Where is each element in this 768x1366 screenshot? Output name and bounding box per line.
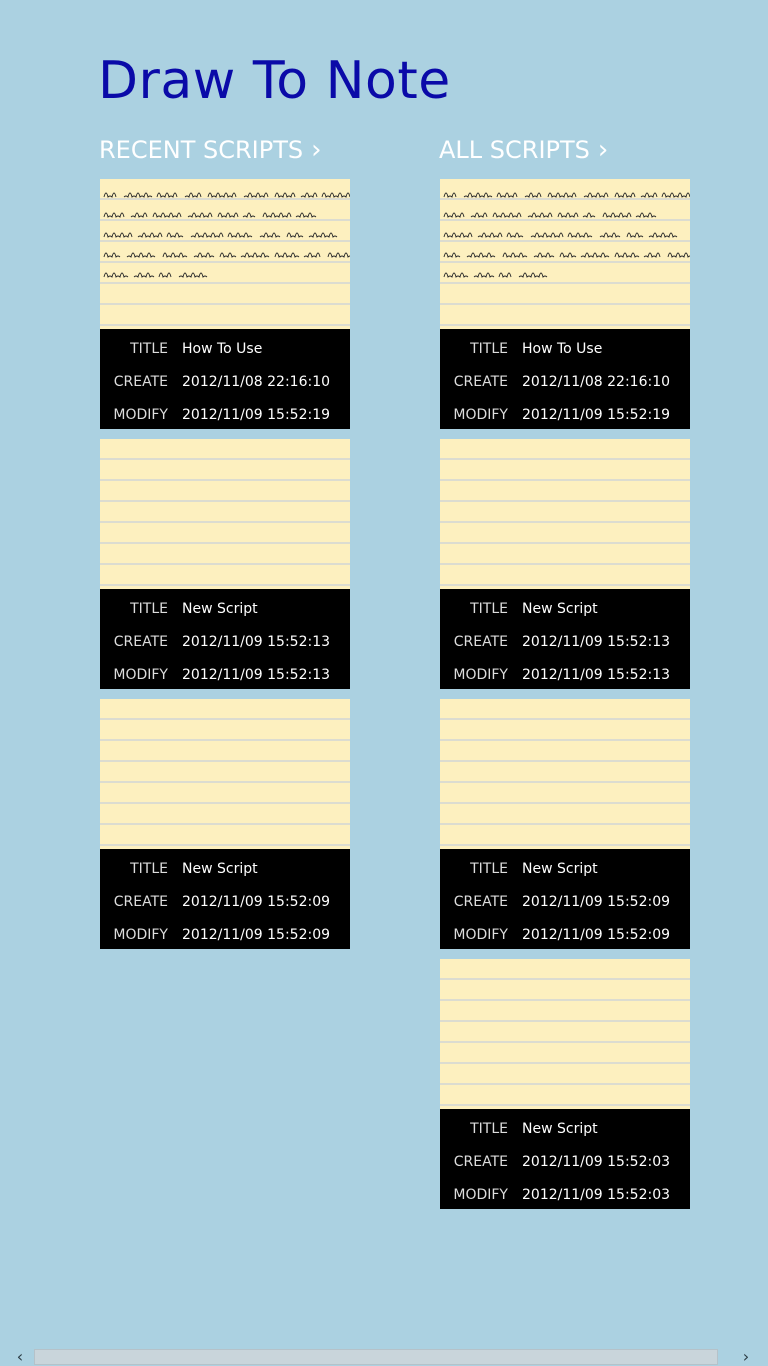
horizontal-scrollbar[interactable]: ‹ › [0,1348,768,1366]
create-label: CREATE [453,633,508,650]
chevron-right-icon: › [311,135,322,165]
scroll-right-icon[interactable]: › [732,1348,760,1366]
all-scripts-header[interactable]: ALL SCRIPTS › [439,134,608,166]
script-tile[interactable]: TITLE New Script CREATE 2012/11/09 15:52:1… [440,439,690,689]
title-label: TITLE [470,1120,508,1137]
create-label: CREATE [113,633,168,650]
scroll-left-icon[interactable]: ‹ [6,1348,34,1366]
create-label: CREATE [453,893,508,910]
script-create-date: 2012/11/09 15:52:03 [522,1153,671,1170]
modify-label: MODIFY [453,406,508,423]
script-create-date: 2012/11/08 22:16:10 [522,373,671,390]
create-label: CREATE [113,893,168,910]
script-title: New Script [522,600,598,617]
script-tile[interactable]: TITLE New Script CREATE 2012/11/09 15:52:0… [440,699,690,949]
modify-label: MODIFY [453,666,508,683]
all-scripts-label: ALL SCRIPTS [439,136,590,164]
script-create-date: 2012/11/09 15:52:09 [182,893,331,910]
script-thumbnail [440,439,690,589]
script-info-panel: TITLE New Script CREATE 2012/11/09 15:52:0… [100,849,350,949]
title-label: TITLE [470,340,508,357]
script-title: New Script [522,860,598,877]
create-label: CREATE [453,1153,508,1170]
script-create-date: 2012/11/08 22:16:10 [182,373,331,390]
recent-scripts-header[interactable]: RECENT SCRIPTS › [99,134,322,166]
script-thumbnail [440,699,690,849]
title-label: TITLE [130,600,168,617]
script-thumbnail [100,439,350,589]
script-thumbnail [440,959,690,1109]
script-title: New Script [522,1120,598,1137]
create-label: CREATE [453,373,508,390]
script-info-panel: TITLE How To Use CREATE 2012/11/08 22:16:1… [100,329,350,429]
script-create-date: 2012/11/09 15:52:13 [522,633,671,650]
modify-label: MODIFY [453,1186,508,1203]
modify-label: MODIFY [113,666,168,683]
script-title: New Script [182,600,258,617]
recent-scripts-label: RECENT SCRIPTS [99,136,304,164]
script-modify-date: 2012/11/09 15:52:09 [522,926,671,943]
script-modify-date: 2012/11/09 15:52:13 [522,666,671,683]
create-label: CREATE [113,373,168,390]
script-info-panel: TITLE New Script CREATE 2012/11/09 15:52:0… [440,1109,690,1209]
script-modify-date: 2012/11/09 15:52:13 [182,666,331,683]
script-tile[interactable]: TITLE How To Use CREATE 2012/11/08 22:16:1… [100,179,350,429]
script-tile[interactable]: TITLE New Script CREATE 2012/11/09 15:52:1… [100,439,350,689]
modify-label: MODIFY [113,926,168,943]
script-modify-date: 2012/11/09 15:52:19 [522,406,671,423]
script-tile[interactable]: TITLE How To Use CREATE 2012/11/08 22:16:1… [440,179,690,429]
script-thumbnail [100,179,350,329]
script-title: How To Use [522,340,603,357]
script-info-panel: TITLE New Script CREATE 2012/11/09 15:52:0… [440,849,690,949]
script-title: How To Use [182,340,263,357]
script-create-date: 2012/11/09 15:52:09 [522,893,671,910]
script-modify-date: 2012/11/09 15:52:19 [182,406,331,423]
script-create-date: 2012/11/09 15:52:13 [182,633,331,650]
handwriting-preview [443,192,690,278]
script-info-panel: TITLE New Script CREATE 2012/11/09 15:52:1… [440,589,690,689]
script-tile[interactable]: TITLE New Script CREATE 2012/11/09 15:52:0… [100,699,350,949]
script-info-panel: TITLE New Script CREATE 2012/11/09 15:52:1… [100,589,350,689]
title-label: TITLE [470,600,508,617]
script-thumbnail [100,699,350,849]
scrollbar-thumb[interactable] [34,1349,718,1365]
modify-label: MODIFY [453,926,508,943]
script-thumbnail [440,179,690,329]
app-title: Draw To Note [98,51,451,111]
handwriting-preview [103,192,350,278]
script-modify-date: 2012/11/09 15:52:03 [522,1186,671,1203]
title-label: TITLE [130,340,168,357]
script-title: New Script [182,860,258,877]
script-info-panel: TITLE How To Use CREATE 2012/11/08 22:16:1… [440,329,690,429]
title-label: TITLE [470,860,508,877]
chevron-right-icon: › [597,135,609,165]
script-tile[interactable]: TITLE New Script CREATE 2012/11/09 15:52:0… [440,959,690,1209]
script-modify-date: 2012/11/09 15:52:09 [182,926,331,943]
title-label: TITLE [130,860,168,877]
recent-scripts-list: TITLE How To Use CREATE 2012/11/08 22:16:1… [100,179,350,959]
modify-label: MODIFY [113,406,168,423]
all-scripts-list: TITLE How To Use CREATE 2012/11/08 22:16:1… [440,179,690,1219]
